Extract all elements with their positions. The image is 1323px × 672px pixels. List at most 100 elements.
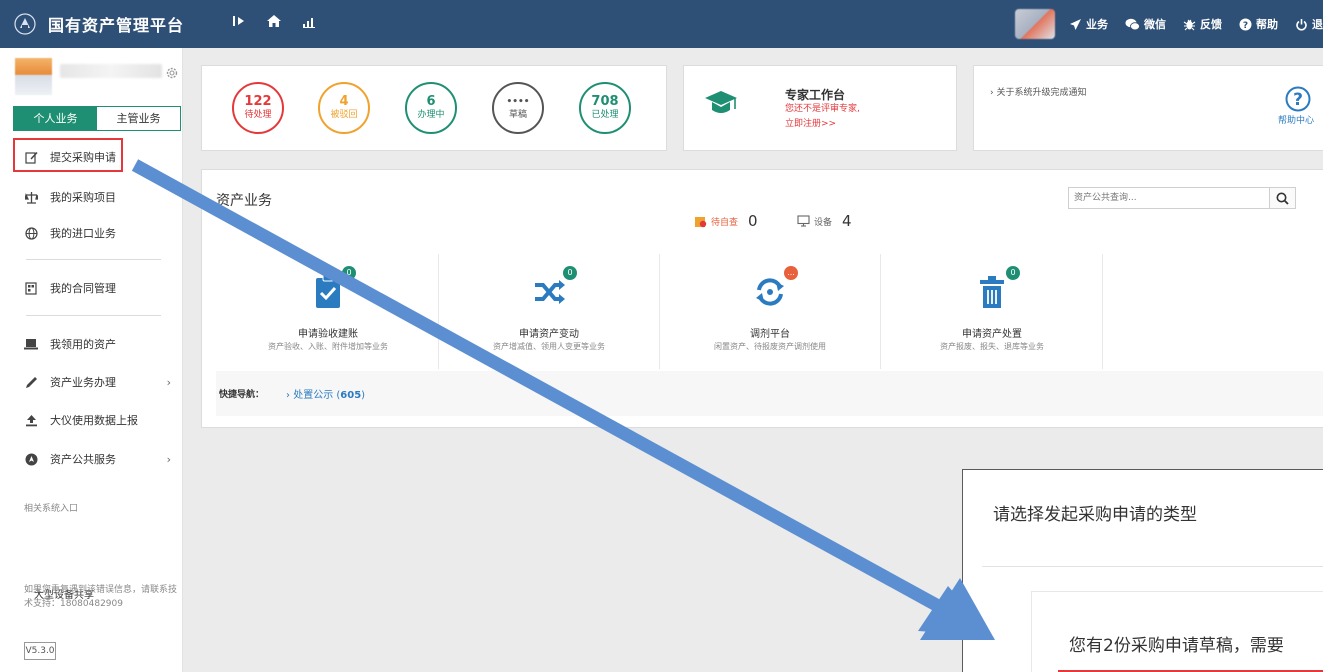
chart-icon[interactable] [302, 14, 316, 28]
disposal-announce-link[interactable]: › 处置公示 (605) [286, 386, 365, 401]
biz-item-asset-disposal[interactable]: 0 申请资产处置 资产报废、报失、退库等业务 [882, 254, 1103, 369]
sidebar-item-label: 资产公共服务 [50, 453, 116, 466]
support-text: 如果您重复遇到该错误信息，请联系技 术支持：18080482909 [24, 585, 178, 609]
help-icon: ? [1239, 18, 1252, 31]
sidebar-item-my-contracts[interactable]: 我的合同管理 [0, 273, 183, 303]
sidebar-item-instrument-report[interactable]: 大仪使用数据上报 [0, 405, 183, 435]
stat-rejected[interactable]: 4 被驳回 [318, 82, 370, 134]
gear-icon[interactable] [165, 66, 179, 83]
svg-text:?: ? [1293, 90, 1303, 110]
role-tabs: 个人业务 主管业务 [13, 106, 181, 131]
university-logo-icon [14, 13, 36, 35]
stat-done[interactable]: 708 已处理 [579, 82, 631, 134]
sidebar-item-my-purchase-projects[interactable]: 我的采购项目 [0, 182, 183, 212]
stat-pending[interactable]: 122 待处理 [232, 82, 284, 134]
self-check-counter[interactable]: 待自查 0 [694, 212, 758, 230]
draft-message: 您有2份采购申请草稿，需要 [1069, 636, 1284, 656]
business-link[interactable]: 业务 [1069, 16, 1108, 32]
dialog-title: 请选择发起采购申请的类型 [993, 505, 1197, 525]
wechat-icon [1125, 18, 1140, 30]
version-badge: V5.3.0 [24, 642, 56, 660]
upload-icon [24, 413, 38, 427]
biz-item-asset-change[interactable]: 0 申请资产变动 资产增减值、领用人变更等业务 [439, 254, 660, 369]
help-circle-icon[interactable]: ? [1285, 86, 1311, 115]
divider [26, 315, 161, 316]
top-bar: 国有资产管理平台 业务 微信 反馈 ? 帮助 退 [0, 0, 1323, 48]
top-nav [232, 14, 316, 28]
expert-title[interactable]: 专家工作台 [785, 86, 845, 103]
logout-link[interactable]: 退 [1295, 16, 1323, 32]
sidebar-item-label: 我的采购项目 [50, 191, 116, 204]
chevron-right-icon: › [166, 376, 171, 389]
power-icon [1296, 18, 1307, 30]
sidebar-item-label: 我的合同管理 [50, 282, 116, 295]
globe-icon [24, 226, 38, 240]
count-badge: 0 [342, 266, 356, 280]
biz-item-acceptance[interactable]: 0 申请验收建账 资产验收、入账、附件增加等业务 [218, 254, 439, 369]
feedback-link[interactable]: 反馈 [1183, 16, 1222, 32]
graduation-cap-icon [704, 88, 738, 121]
contract-icon [24, 281, 38, 295]
help-link[interactable]: ? 帮助 [1239, 16, 1278, 32]
divider [26, 259, 161, 260]
count-badge: 0 [563, 266, 577, 280]
clipboard-check-icon: 0 [308, 266, 356, 312]
shuffle-icon: 0 [529, 266, 577, 312]
public-search [1068, 187, 1296, 209]
self-check-icon [695, 216, 707, 227]
chevron-right-icon: › [166, 453, 171, 466]
sidebar-item-my-assets[interactable]: 我领用的资产 [0, 329, 183, 359]
monitor-icon [797, 215, 810, 227]
expert-note: 您还不是评审专家, [785, 104, 860, 114]
home-icon[interactable] [266, 14, 282, 28]
quick-nav-label: 快捷导航： [219, 390, 265, 400]
app-title: 国有资产管理平台 [48, 16, 185, 35]
sidebar-item-asset-business[interactable]: 资产业务办理 › [0, 367, 183, 397]
profile [15, 58, 180, 98]
top-right-links: 业务 微信 反馈 ? 帮助 退 [1015, 0, 1323, 48]
help-center-label[interactable]: 帮助中心 [1278, 113, 1314, 126]
count-badge: 0 [1006, 266, 1020, 280]
related-systems-title: 相关系统入口 [24, 504, 79, 514]
quick-nav: 快捷导航： › 处置公示 (605) [216, 371, 1323, 416]
tab-personal-business[interactable]: 个人业务 [14, 107, 97, 130]
scale-icon [24, 190, 38, 204]
profile-name-blurred [60, 64, 162, 78]
device-counter[interactable]: 设备 4 [797, 212, 852, 230]
tab-supervisor-business[interactable]: 主管业务 [97, 107, 180, 130]
user-avatar[interactable] [1015, 9, 1055, 39]
notice-link[interactable]: › 关于系统升级完成通知 [990, 85, 1086, 98]
laptop-icon [24, 337, 38, 351]
biz-item-allocation-platform[interactable]: ... 调剂平台 闲置资产、待报废资产调剂使用 [660, 254, 881, 369]
stat-processing[interactable]: 6 办理中 [405, 82, 457, 134]
stat-drafts[interactable]: •••• 草稿 [492, 82, 544, 134]
sidebar-item-label: 我的进口业务 [50, 227, 116, 240]
sidebar-item-my-import[interactable]: 我的进口业务 [0, 218, 183, 248]
register-link[interactable]: 立即注册>> [785, 116, 836, 129]
send-icon [1070, 18, 1081, 30]
sync-icon: ... [750, 266, 798, 312]
divider [982, 566, 1323, 567]
sidebar-item-public-service[interactable]: 资产公共服务 › [0, 444, 183, 474]
sidebar: 个人业务 主管业务 提交采购申请 我的采购项目 我的进口业务 我的合同管理 我领… [0, 48, 183, 672]
sidebar-item-label: 大仪使用数据上报 [50, 414, 138, 427]
brand[interactable]: 国有资产管理平台 [14, 0, 184, 48]
sidebar-item-label: 资产业务办理 [50, 376, 116, 389]
expert-card: 专家工作台 您还不是评审专家, 立即注册>> [683, 65, 957, 151]
purchase-type-dialog: 请选择发起采购申请的类型 您有2份采购申请草稿，需要 [962, 469, 1323, 672]
search-input[interactable] [1069, 188, 1269, 208]
location-icon [24, 452, 38, 466]
count-badge: ... [784, 266, 798, 280]
search-button[interactable] [1269, 188, 1295, 208]
asset-business-panel: 资产业务 待自查 0 设备 4 0 申请验收建账 资产验收、入账、附件增加等业务… [201, 169, 1323, 428]
pen-icon [24, 375, 38, 389]
wechat-link[interactable]: 微信 [1125, 16, 1166, 32]
draft-notice-box: 您有2份采购申请草稿，需要 [1031, 591, 1323, 672]
search-icon [1276, 192, 1289, 205]
avatar[interactable] [15, 58, 52, 95]
stats-card: 122 待处理 4 被驳回 6 办理中 •••• 草稿 708 已处理 [201, 65, 667, 151]
highlight-annotation-box [13, 138, 123, 172]
section-title: 资产业务 [216, 193, 272, 209]
notice-card: › 关于系统升级完成通知 ? 帮助中心 [973, 65, 1323, 151]
sidebar-toggle-icon[interactable] [232, 14, 246, 28]
